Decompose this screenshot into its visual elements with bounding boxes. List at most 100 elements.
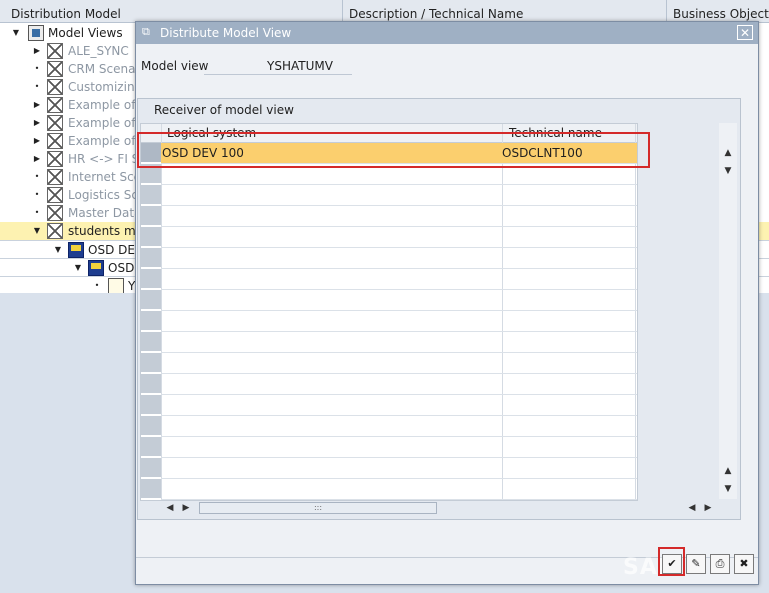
vertical-scrollbar[interactable]: ▲ ▼ ▲ ▼	[719, 123, 737, 499]
expand-toggle-icon[interactable]: ▶	[32, 132, 42, 150]
table-row-empty[interactable]	[161, 290, 637, 311]
expand-toggle-icon[interactable]: ▶	[32, 96, 42, 114]
collapse-toggle-icon[interactable]: ▼	[53, 241, 63, 259]
scroll-left-icon[interactable]: ◀	[164, 501, 176, 515]
expand-toggle-icon[interactable]: ▶	[32, 114, 42, 132]
model-view-icon	[47, 61, 63, 77]
tree-node-label: Internet Sce	[68, 170, 142, 184]
row-selector[interactable]	[141, 332, 161, 352]
table-row-empty[interactable]	[161, 248, 637, 269]
tree-node-label: HR <-> FI S	[68, 152, 140, 166]
scroll-up-icon[interactable]: ▲	[722, 465, 734, 477]
model-views-icon	[28, 25, 44, 41]
column-description[interactable]: Description / Technical Name	[342, 0, 672, 22]
bullet-icon: •	[34, 190, 40, 199]
row-selector[interactable]	[141, 416, 161, 436]
group-title: Receiver of model view	[154, 103, 294, 117]
expand-toggle-icon[interactable]: ▶	[32, 42, 42, 60]
tree-node-label: ALE_SYNC	[68, 44, 129, 58]
model-view-icon	[47, 187, 63, 203]
bullet-icon: •	[34, 172, 40, 181]
table-row-empty[interactable]	[161, 437, 637, 458]
table-row-empty[interactable]	[161, 206, 637, 227]
table-row-empty[interactable]	[161, 332, 637, 353]
scroll-down-icon[interactable]: ▼	[722, 165, 734, 177]
tree-header: Distribution Model Description / Technic…	[0, 0, 769, 23]
row-selector[interactable]	[141, 479, 161, 499]
logical-system-icon	[88, 260, 104, 276]
row-selector[interactable]	[141, 374, 161, 394]
model-view-icon	[47, 205, 63, 221]
row-selector[interactable]	[141, 269, 161, 289]
business-object-icon	[108, 278, 124, 294]
row-selector[interactable]	[141, 395, 161, 415]
annotation-highlight-button	[658, 547, 685, 576]
scroll-thumb[interactable]: :::	[199, 502, 437, 514]
table-row-empty[interactable]	[161, 395, 637, 416]
table-row-empty[interactable]	[161, 353, 637, 374]
row-selector[interactable]	[141, 206, 161, 226]
scroll-left-icon[interactable]: ◀	[686, 501, 698, 515]
logical-system-icon	[68, 242, 84, 258]
field-underline	[204, 74, 352, 75]
close-icon[interactable]: ✕	[737, 25, 753, 40]
scroll-right-icon[interactable]: ▶	[180, 501, 192, 515]
tree-node-label: students mo	[68, 224, 143, 238]
receiver-table: Logical system Technical name OSD DEV 10…	[140, 123, 638, 501]
cancel-icon[interactable]: ✖	[734, 554, 754, 574]
collapse-toggle-icon[interactable]: ▼	[11, 24, 21, 42]
row-selector[interactable]	[141, 311, 161, 331]
tree-node-label: Customizing	[68, 80, 143, 94]
row-selector[interactable]	[141, 437, 161, 457]
model-view-icon	[47, 43, 63, 59]
table-row-empty[interactable]	[161, 269, 637, 290]
scroll-down-icon[interactable]: ▼	[722, 483, 734, 495]
table-row-empty[interactable]	[161, 185, 637, 206]
print-icon[interactable]: ⎙	[710, 554, 730, 574]
column-business-object[interactable]: Business Object	[666, 0, 769, 22]
edit-icon[interactable]: ✎	[686, 554, 706, 574]
collapse-toggle-icon[interactable]: ▼	[32, 222, 42, 240]
model-view-icon	[47, 79, 63, 95]
tree-node-label: Logistics Sce	[68, 188, 146, 202]
table-row-empty[interactable]	[161, 479, 637, 500]
model-view-icon	[47, 97, 63, 113]
table-row-empty[interactable]	[161, 374, 637, 395]
row-selector[interactable]	[141, 248, 161, 268]
model-view-icon	[47, 169, 63, 185]
row-selector[interactable]	[141, 290, 161, 310]
row-selector[interactable]	[141, 458, 161, 478]
model-view-label: Model view	[141, 59, 209, 73]
model-view-icon	[47, 223, 63, 239]
row-selector[interactable]	[141, 227, 161, 247]
dialog-title: Distribute Model View	[160, 26, 292, 40]
distribute-model-view-dialog: ⧉ Distribute Model View ✕ Model view YSH…	[135, 21, 759, 585]
annotation-highlight-row	[137, 132, 650, 168]
model-view-icon	[47, 133, 63, 149]
collapse-toggle-icon[interactable]: ▼	[73, 259, 83, 277]
horizontal-scrollbar[interactable]: ◀ ▶ ::: ◀ ▶	[160, 501, 720, 515]
model-view-value: YSHATUMV	[267, 59, 333, 73]
row-selector[interactable]	[141, 353, 161, 373]
table-row-empty[interactable]	[161, 311, 637, 332]
table-row-empty[interactable]	[161, 227, 637, 248]
tree-node-label: OSD	[108, 261, 135, 275]
scroll-right-icon[interactable]: ▶	[702, 501, 714, 515]
model-view-icon	[47, 115, 63, 131]
column-distribution-model[interactable]: Distribution Model	[11, 0, 341, 22]
scroll-up-icon[interactable]: ▲	[722, 147, 734, 159]
tree-node-label: Example of I	[68, 116, 143, 130]
bullet-icon: •	[34, 82, 40, 91]
tree-node-label: Example of (	[68, 134, 144, 148]
table-row-empty[interactable]	[161, 416, 637, 437]
window-icon: ⧉	[142, 25, 150, 38]
dialog-title-bar[interactable]: ⧉ Distribute Model View ✕	[136, 22, 758, 44]
bullet-icon: •	[34, 64, 40, 73]
tree-node-label: Model Views	[48, 26, 123, 40]
expand-toggle-icon[interactable]: ▶	[32, 150, 42, 168]
bullet-icon: •	[34, 208, 40, 217]
tree-node-label: Master Data	[68, 206, 142, 220]
table-row-empty[interactable]	[161, 458, 637, 479]
tree-node-label: Example of I	[68, 98, 143, 112]
row-selector[interactable]	[141, 185, 161, 205]
